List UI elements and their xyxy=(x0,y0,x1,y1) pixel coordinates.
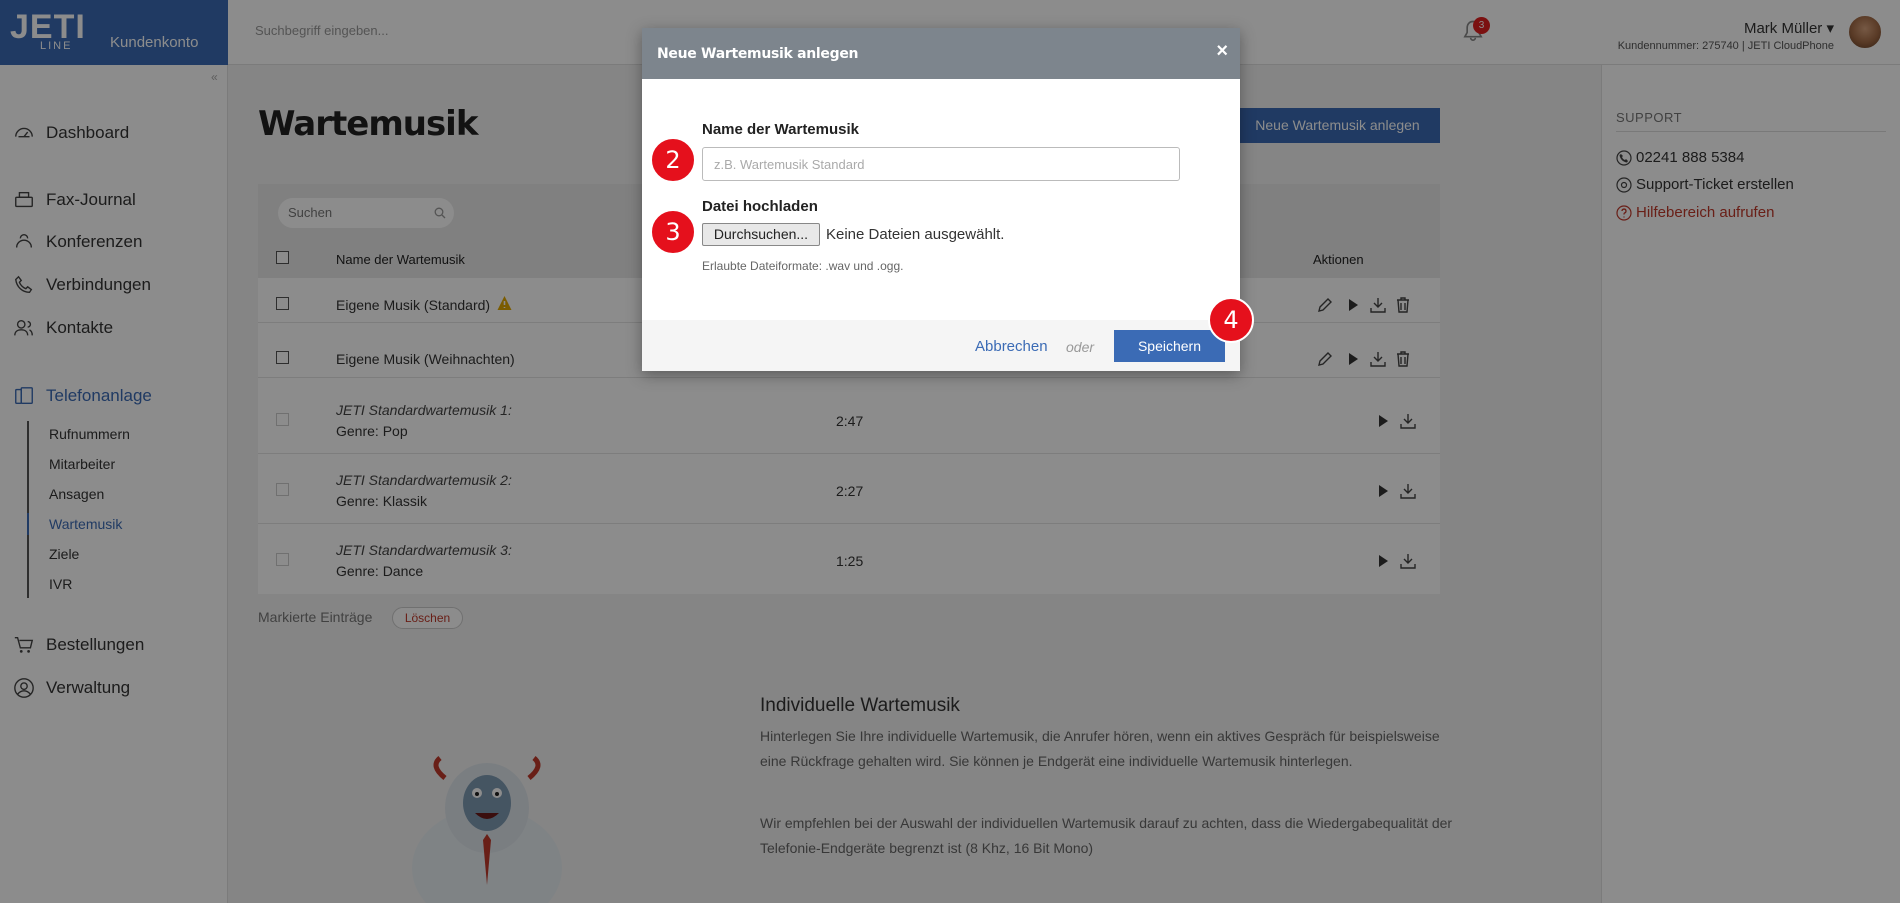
upload-label: Datei hochladen xyxy=(702,198,818,215)
or-separator: oder xyxy=(1066,339,1095,355)
no-file-selected-text: Keine Dateien ausgewählt. xyxy=(826,226,1005,243)
name-label: Name der Wartemusik xyxy=(702,121,860,138)
save-button[interactable]: Speichern xyxy=(1114,330,1225,362)
cancel-button[interactable]: Abbrechen xyxy=(975,338,1048,355)
hold-music-name-input[interactable] xyxy=(702,147,1180,181)
dialog-header: Neue Wartemusik anlegen × xyxy=(642,28,1240,79)
step-marker-3: 3 xyxy=(650,209,696,255)
dialog-title: Neue Wartemusik anlegen xyxy=(657,46,859,62)
step-marker-4: 4 xyxy=(1208,297,1254,343)
step-marker-2: 2 xyxy=(650,137,696,183)
close-icon[interactable]: × xyxy=(1216,40,1228,63)
allowed-formats-hint: Erlaubte Dateiformate: .wav und .ogg. xyxy=(702,259,904,273)
browse-file-button[interactable]: Durchsuchen... xyxy=(702,223,820,246)
